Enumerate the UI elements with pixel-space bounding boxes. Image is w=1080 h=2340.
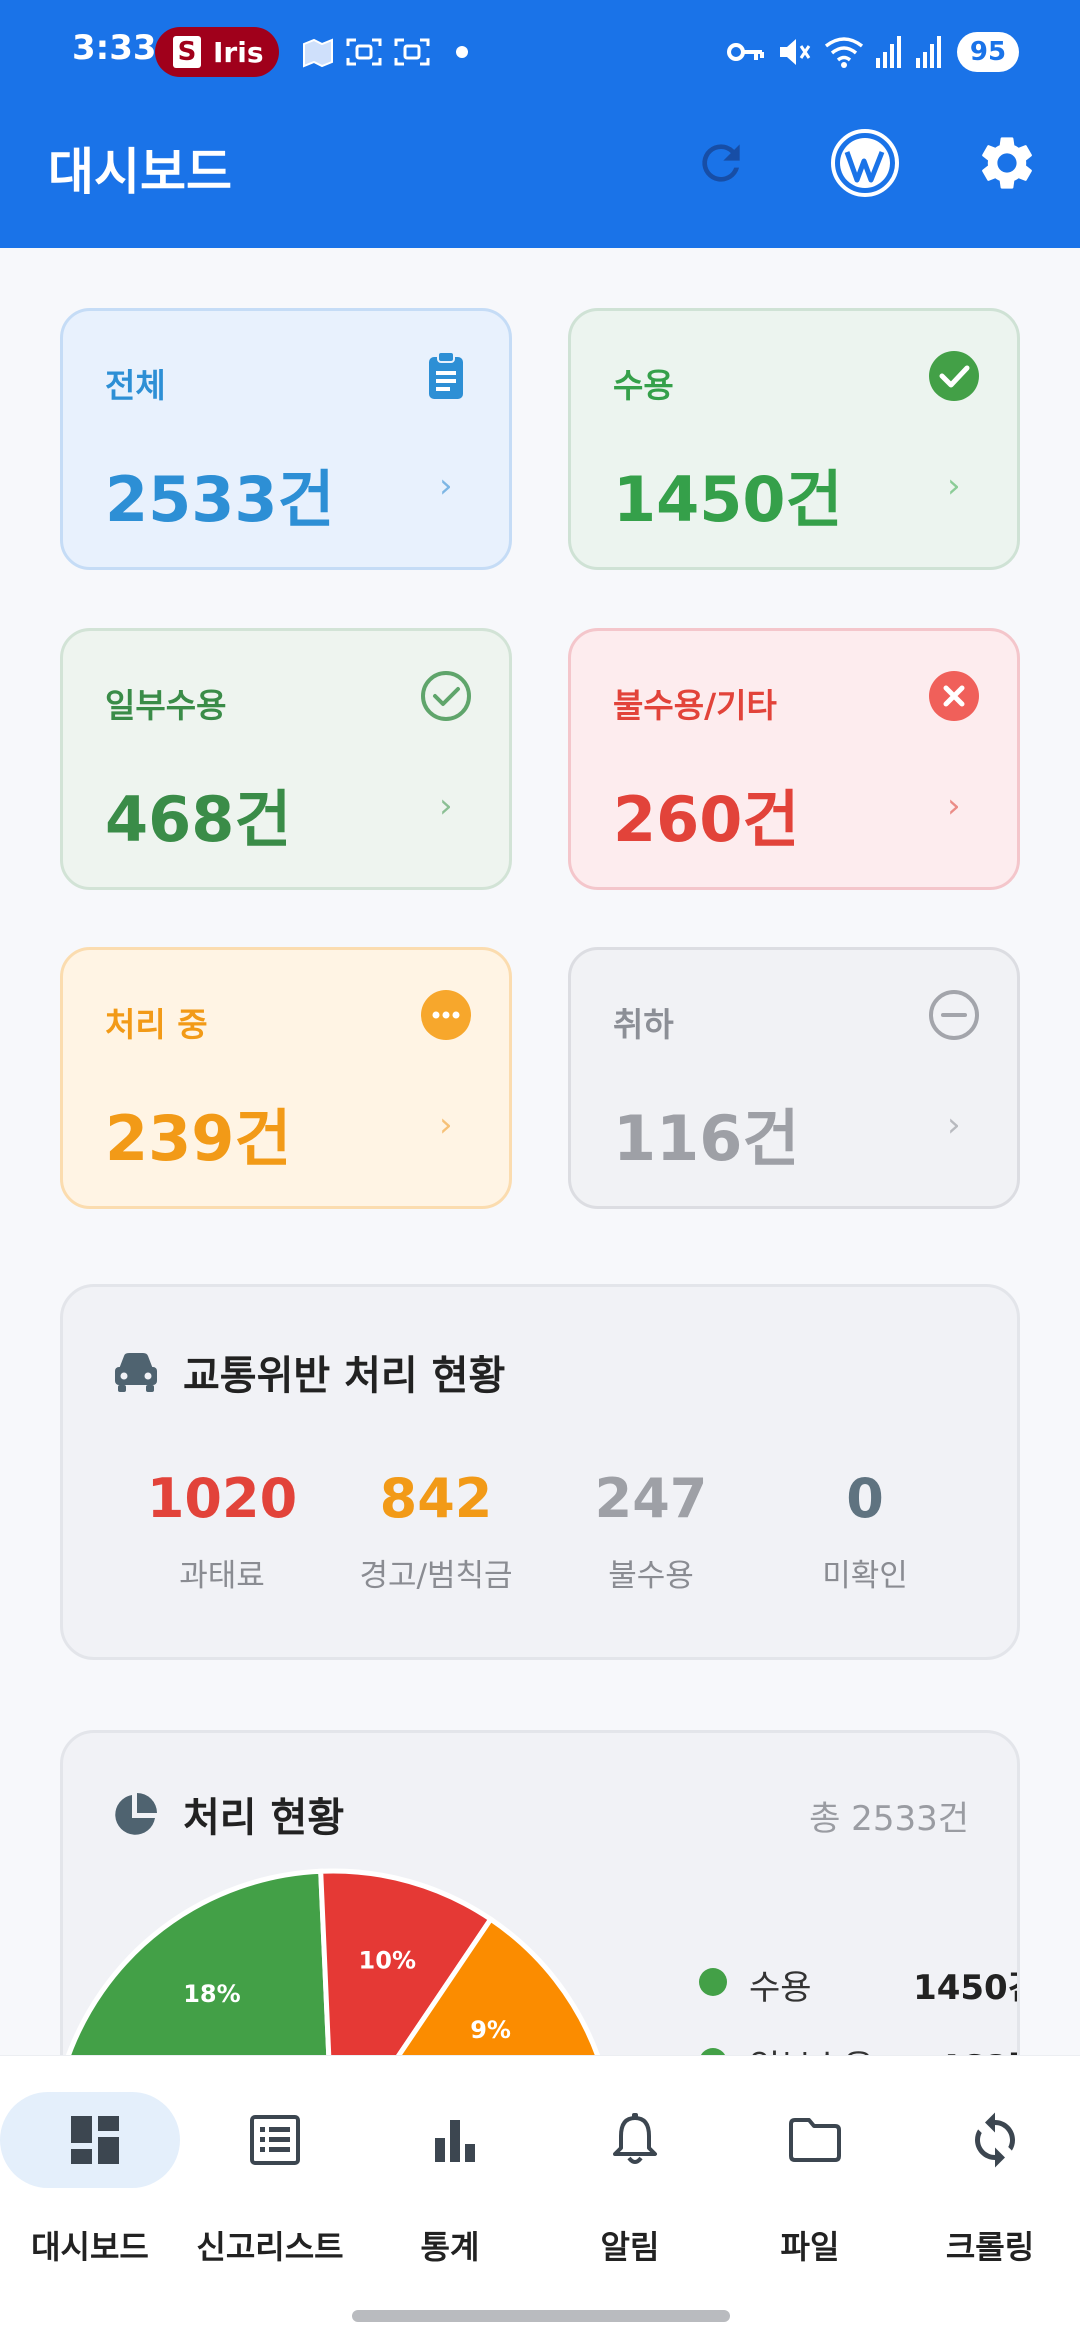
refresh-icon [702,144,740,182]
minus-circle-icon [929,990,979,1040]
traffic-stat-fine: 1020 과태료 [102,1467,342,1595]
iris-logo-icon: S [173,36,201,68]
stat-card-value: 2533건 [105,463,335,536]
stat-card-partially-accepted[interactable]: 일부수용 468건 › [60,628,512,890]
folder-icon [789,2118,841,2162]
nav-item-statistics[interactable]: 통계 [360,2092,540,2282]
traffic-stat-label: 과태료 [179,1558,265,1594]
stat-card-label: 일부수용 [105,686,227,725]
chevron-right-icon: › [947,466,961,506]
traffic-stat-label: 경고/범칙금 [359,1558,513,1594]
traffic-stat-value: 247 [594,1467,708,1530]
check-circle-outline-icon [421,671,471,721]
nav-item-report-list[interactable]: 신고리스트 [180,2092,360,2282]
stat-card-label: 불수용/기타 [613,686,777,725]
mute-icon [780,39,811,65]
traffic-stat-rejected: 247 불수용 [531,1467,771,1595]
chevron-right-icon: › [947,786,961,826]
car-icon [115,1353,157,1392]
pie-slice-label: 18% [183,1980,240,2008]
nav-item-crawling[interactable]: 크롤링 [900,2092,1080,2282]
refresh-button[interactable] [686,128,756,198]
wordpress-button[interactable] [830,128,900,198]
traffic-stat-value: 842 [379,1467,493,1530]
stat-card-value: 239건 [105,1102,292,1175]
traffic-stat-unconfirmed: 0 미확인 [745,1467,985,1595]
stat-card-value: 116건 [613,1102,800,1175]
stat-card-label: 수용 [613,366,674,405]
gesture-handle [352,2310,730,2322]
stat-card-rejected[interactable]: 불수용/기타 260건 › [568,628,1020,890]
legend-name: 수용 [749,1968,812,2008]
chevron-right-icon: › [439,466,453,506]
more-circle-icon [421,990,471,1040]
bell-icon [613,2113,657,2164]
battery-indicator: 95 [957,32,1019,72]
stat-card-value: 260건 [613,783,800,856]
signal-icon [876,36,901,68]
stat-card-value: 1450건 [613,463,843,536]
chevron-right-icon: › [439,786,453,826]
traffic-stat-value: 0 [846,1467,884,1530]
status-time: 3:33 [72,28,157,68]
cancel-circle-icon [929,671,979,721]
screenshot-icon-2 [394,38,430,66]
clipboard-icon [429,351,463,399]
pie-slice-label: 10% [359,1947,416,1975]
traffic-panel-title: 교통위반 처리 현황 [183,1353,506,1399]
stat-card-accepted[interactable]: 수용 1450건 › [568,308,1020,570]
stat-card-label: 처리 중 [105,1005,208,1044]
top-bar: 3:33 S Iris 95 대시보드 [0,0,1080,248]
sync-icon [975,2112,1015,2168]
signal-icon-2 [916,36,941,68]
bottom-navigation: 대시보드 신고리스트 통계 알림 파일 크롤링 [0,2055,1080,2340]
screenshot-icon [346,38,382,66]
list-icon [250,2115,300,2165]
notification-map-icon [303,38,333,68]
wordpress-icon [831,129,899,197]
nav-item-dashboard[interactable]: 대시보드 [0,2092,180,2282]
processing-total: 총 2533건 [809,1799,969,1839]
battery-level: 95 [969,37,1007,67]
iris-label: Iris [213,35,264,69]
notification-dot [456,46,468,58]
nav-item-files[interactable]: 파일 [720,2092,900,2282]
bar-chart-icon [435,2120,475,2162]
settings-button[interactable] [972,128,1042,198]
stat-card-value: 468건 [105,783,292,856]
chevron-right-icon: › [947,1105,961,1145]
nav-label: 크롤링 [945,2228,1035,2266]
legend-item-accepted: 수용 1450건 [699,1958,1017,2008]
pie-slice-label: 9% [470,2016,511,2044]
iris-notification-badge: S Iris [155,27,279,77]
legend-dot [699,1968,727,1996]
legend-value: 1450건 [913,1968,1017,2008]
stat-card-in-progress[interactable]: 처리 중 239건 › [60,947,512,1209]
nav-item-notifications[interactable]: 알림 [540,2092,720,2282]
status-bar: 3:33 S Iris 95 [0,0,1080,105]
vpn-key-icon [727,43,764,61]
stat-card-withdrawn[interactable]: 취하 116건 › [568,947,1020,1209]
traffic-stat-label: 미확인 [822,1558,908,1594]
dashboard-icon [71,2116,119,2164]
traffic-violation-panel: 교통위반 처리 현황 1020 과태료 842 경고/범칙금 247 불수용 0… [60,1284,1020,1660]
chevron-right-icon: › [439,1105,453,1145]
stat-card-total[interactable]: 전체 2533건 › [60,308,512,570]
traffic-stat-value: 1020 [146,1467,298,1530]
settings-icon [982,137,1032,189]
stat-card-label: 전체 [105,366,166,405]
wifi-icon [824,37,864,68]
traffic-stat-warning: 842 경고/범칙금 [316,1467,556,1595]
stat-card-label: 취하 [613,1005,674,1044]
check-circle-icon [929,351,979,401]
traffic-stat-label: 불수용 [608,1558,694,1594]
page-title: 대시보드 [48,143,232,201]
